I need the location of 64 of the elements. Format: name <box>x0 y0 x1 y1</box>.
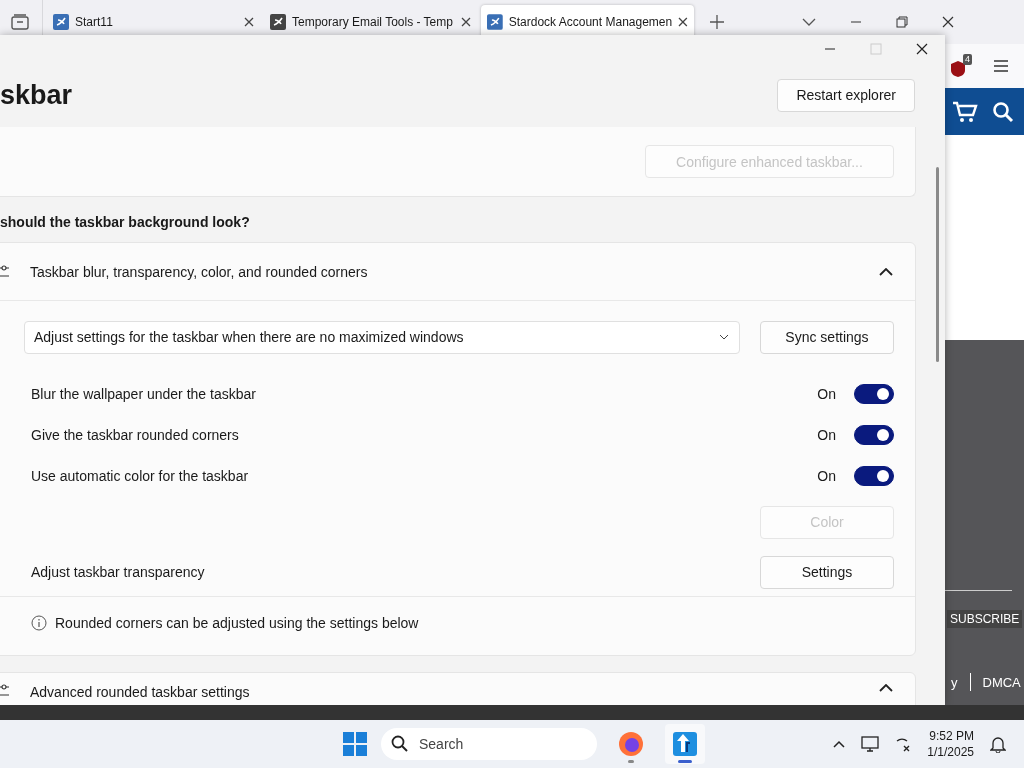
toggle-state: On <box>817 426 836 443</box>
browser-tab[interactable]: Start11 <box>47 5 260 39</box>
close-icon[interactable] <box>678 17 688 27</box>
page-title: skbar <box>0 79 73 111</box>
close-icon[interactable] <box>916 43 928 55</box>
chevron-down-icon[interactable] <box>802 18 816 26</box>
network-icon[interactable] <box>895 736 912 752</box>
footer-link[interactable]: DMCA <box>982 674 1021 690</box>
new-tab-icon[interactable] <box>710 15 724 29</box>
info-icon <box>31 615 47 631</box>
chevron-icon[interactable] <box>879 267 893 276</box>
browser-tab[interactable]: Temporary Email Tools - Temp <box>264 5 477 39</box>
expander-title: Advanced rounded taskbar settings <box>30 684 251 700</box>
toggle-switch[interactable] <box>854 465 894 486</box>
restart-explorer-button[interactable]: Restart explorer <box>777 78 915 112</box>
expander-header[interactable]: Advanced rounded taskbar settings <box>0 673 915 705</box>
menu-icon[interactable] <box>994 60 1008 72</box>
footer-link[interactable]: y <box>951 674 958 690</box>
toggle-switch[interactable] <box>854 383 894 404</box>
chevron-icon[interactable] <box>879 684 893 692</box>
clock-time[interactable]: 9:52 PM <box>929 728 974 744</box>
cart-icon[interactable] <box>952 100 978 123</box>
arrow-up-icon <box>672 731 698 757</box>
expander-title: Taskbar blur, transparency, color, and rounded corners <box>30 263 369 280</box>
windows-logo-icon[interactable] <box>343 732 367 756</box>
clock-date[interactable]: 1/1/2025 <box>927 744 974 760</box>
dropdown[interactable]: Adjust settings for the taskbar when there are no maximized windows <box>24 320 740 354</box>
setting-label: Give the taskbar rounded corners <box>31 426 240 443</box>
search-icon <box>391 735 409 753</box>
sliders-icon <box>0 264 9 279</box>
toggle-state: On <box>817 385 836 402</box>
settings-button[interactable]: Settings <box>760 555 894 589</box>
setting-label: Blur the wallpaper under the taskbar <box>31 385 257 402</box>
maximize-icon <box>870 43 882 55</box>
site-icon <box>270 14 286 30</box>
bell-icon[interactable] <box>990 735 1006 753</box>
section-title: should the taskbar background look? <box>0 213 251 232</box>
scrollbar[interactable] <box>936 167 939 362</box>
close-icon[interactable] <box>244 17 254 27</box>
restore-icon[interactable] <box>896 16 908 28</box>
site-icon <box>53 14 69 30</box>
configure-button: Configure enhanced taskbar... <box>645 145 894 178</box>
info-text: Rounded corners can be adjusted using the settings below <box>55 615 419 631</box>
taskbar-app[interactable] <box>665 724 705 764</box>
sync-settings-button[interactable]: Sync settings <box>760 320 894 354</box>
setting-label: Use automatic color for the taskbar <box>31 467 250 484</box>
toggle-switch[interactable] <box>854 424 894 445</box>
search-field[interactable]: Search <box>381 728 597 760</box>
expander-header[interactable]: Taskbar blur, transparency, color, and rounded corners <box>0 243 915 301</box>
monitor-icon[interactable] <box>861 736 880 752</box>
chevron-up-icon[interactable] <box>833 740 846 748</box>
search-icon[interactable] <box>992 100 1014 123</box>
toggle-state: On <box>817 467 836 484</box>
sliders-icon <box>0 684 9 698</box>
extension-badge: 4 <box>963 54 972 65</box>
close-icon[interactable] <box>461 17 471 27</box>
setting-label: Adjust taskbar transparency <box>31 564 206 580</box>
close-icon[interactable] <box>942 16 954 28</box>
browser-icon <box>618 731 644 757</box>
tab-list-icon[interactable] <box>11 14 29 30</box>
subscribe-button[interactable]: SUBSCRIBE <box>947 610 1023 628</box>
chevron-down-icon <box>719 334 729 340</box>
color-button: Color <box>760 505 894 539</box>
site-icon <box>487 14 503 30</box>
